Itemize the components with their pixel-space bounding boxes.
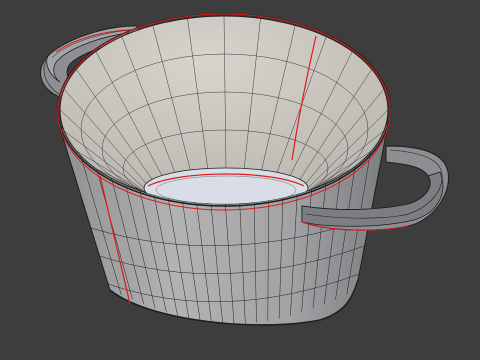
viewport-canvas[interactable] bbox=[0, 0, 480, 360]
3d-viewport[interactable] bbox=[0, 0, 480, 360]
